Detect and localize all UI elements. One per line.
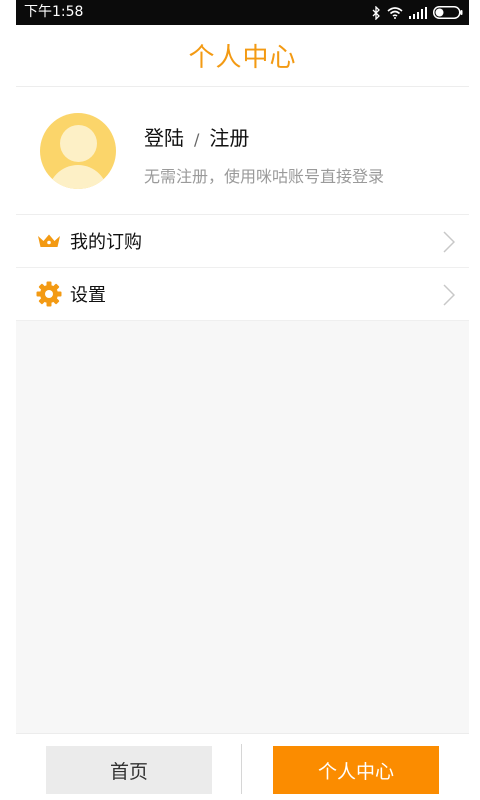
menu-item-label: 设置 xyxy=(70,285,106,306)
wifi-icon xyxy=(387,6,403,19)
avatar-head xyxy=(60,125,97,162)
status-time: 下午1:58 xyxy=(24,4,84,20)
login-register-title: 登陆 / 注册 xyxy=(144,122,249,151)
login-subtitle: 无需注册，使用咪咕账号直接登录 xyxy=(144,167,385,186)
gear-icon xyxy=(36,281,62,307)
battery-icon xyxy=(433,6,463,19)
chevron-right-icon xyxy=(443,231,456,257)
tab-personal-center[interactable]: 个人中心 xyxy=(273,746,439,794)
bluetooth-icon xyxy=(372,5,381,20)
register-link[interactable]: 注册 xyxy=(209,126,249,150)
content-area xyxy=(16,321,469,733)
avatar-body xyxy=(48,165,108,189)
chevron-right-icon xyxy=(443,284,456,310)
login-link[interactable]: 登陆 xyxy=(144,126,184,150)
menu-item-my-orders[interactable]: 我的订购 xyxy=(16,215,469,268)
crown-icon xyxy=(36,228,62,254)
bottom-nav: 首页 个人中心 xyxy=(16,733,469,800)
signal-icon xyxy=(409,6,427,19)
avatar[interactable] xyxy=(40,113,116,189)
tab-home[interactable]: 首页 xyxy=(46,746,212,794)
menu-item-settings[interactable]: 设置 xyxy=(16,268,469,321)
profile-section[interactable]: 登陆 / 注册 无需注册，使用咪咕账号直接登录 xyxy=(16,88,469,215)
tab-divider xyxy=(241,744,242,794)
status-bar: 下午1:58 xyxy=(16,0,469,25)
login-separator: / xyxy=(194,130,200,149)
app-frame: 下午1:58 个人中心 登陆 / 注册 无需注册，使用咪咕账号直接登录 我的订购… xyxy=(16,0,469,800)
status-icons xyxy=(372,4,463,21)
menu-item-label: 我的订购 xyxy=(70,232,142,253)
page-title: 个人中心 xyxy=(188,43,297,73)
title-bar: 个人中心 xyxy=(16,25,469,87)
